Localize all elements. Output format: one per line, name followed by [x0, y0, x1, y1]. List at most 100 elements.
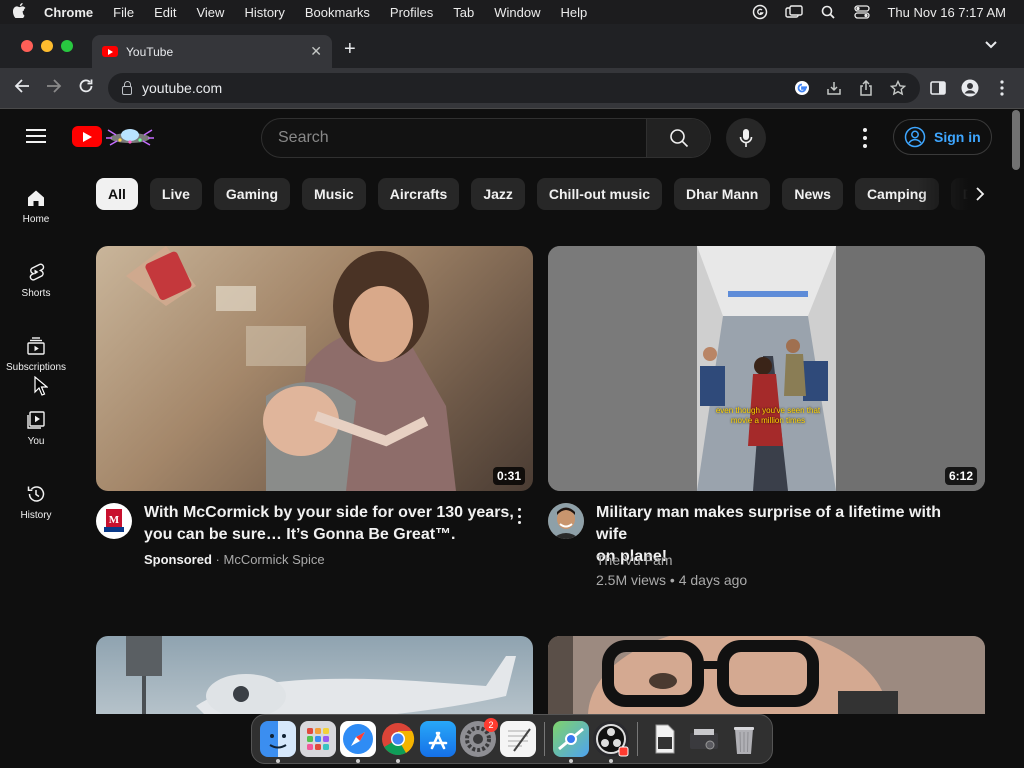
video-title[interactable]: With McCormick by your side for over 130…	[144, 502, 514, 546]
control-center-icon[interactable]	[845, 5, 879, 19]
menu-history[interactable]: History	[234, 5, 294, 20]
close-window-button[interactable]	[21, 40, 33, 52]
dock-separator	[544, 722, 545, 756]
video-title-line-1: With McCormick by your side for over 130…	[144, 504, 514, 521]
sidebar-item-home[interactable]: Home	[0, 188, 72, 225]
forward-button[interactable]	[46, 78, 62, 99]
video-thumbnail[interactable]	[96, 636, 533, 714]
video-thumbnail[interactable]: even though you've seen that movie a mil…	[548, 246, 985, 491]
apple-menu-icon[interactable]	[0, 3, 38, 21]
menu-bookmarks[interactable]: Bookmarks	[295, 5, 380, 20]
chip-gaming[interactable]: Gaming	[213, 178, 291, 210]
channel-name[interactable]: McCormick Spice	[223, 552, 324, 567]
profile-icon[interactable]	[961, 79, 979, 97]
chrome-menu-icon[interactable]	[993, 79, 1011, 97]
menu-help[interactable]: Help	[551, 5, 598, 20]
hamburger-menu-icon[interactable]	[26, 129, 46, 147]
channel-avatar[interactable]: M	[96, 503, 132, 539]
browser-toolbar: youtube.com	[0, 68, 1024, 109]
dock-separator	[637, 722, 638, 756]
lock-icon[interactable]	[122, 80, 132, 95]
youtube-logo-icon[interactable]	[72, 126, 102, 147]
thumbnail-image	[126, 246, 456, 491]
menu-profiles[interactable]: Profiles	[380, 5, 443, 20]
search-box[interactable]: Search	[261, 118, 711, 158]
chips-next-button[interactable]	[966, 180, 994, 208]
search-icon	[669, 129, 688, 148]
preview-icon[interactable]	[646, 721, 682, 757]
macos-dock: 2	[251, 714, 773, 764]
menu-edit[interactable]: Edit	[144, 5, 186, 20]
channel-name[interactable]: The Vu Fam	[596, 550, 747, 570]
grammarly-icon[interactable]	[743, 4, 777, 20]
macos-menu-bar: Chrome File Edit View History Bookmarks …	[0, 0, 1024, 24]
address-url[interactable]: youtube.com	[142, 80, 222, 96]
settings-menu-icon[interactable]	[856, 128, 874, 148]
tab-search-chevron-icon[interactable]	[985, 38, 997, 52]
launchpad-icon[interactable]	[300, 721, 336, 757]
video-stats: 2.5M views • 4 days ago	[596, 572, 748, 588]
share-icon[interactable]	[857, 79, 875, 97]
tab-youtube[interactable]: YouTube ✕	[92, 35, 332, 68]
account-icon	[904, 126, 926, 148]
safari-icon[interactable]	[340, 721, 376, 763]
side-panel-icon[interactable]	[929, 79, 947, 97]
back-button[interactable]	[14, 78, 30, 99]
video-options-icon[interactable]	[515, 508, 523, 524]
bookmark-star-icon[interactable]	[889, 79, 907, 97]
maps-icon[interactable]	[553, 721, 589, 763]
trash-icon[interactable]	[726, 721, 762, 757]
video-thumbnail[interactable]: 0:31	[96, 246, 533, 491]
chip-chill-out-music[interactable]: Chill-out music	[536, 178, 663, 210]
chip-jazz[interactable]: Jazz	[471, 178, 525, 210]
sign-in-button[interactable]: Sign in	[893, 119, 992, 155]
minimize-window-button[interactable]	[41, 40, 53, 52]
google-lens-icon[interactable]	[793, 79, 811, 97]
sidebar-item-you[interactable]: You	[0, 410, 72, 447]
reload-button[interactable]	[78, 78, 94, 99]
sidebar-item-history[interactable]: History	[0, 484, 72, 521]
sidebar-label-history: History	[20, 510, 52, 521]
files-icon[interactable]	[686, 721, 722, 757]
sidebar-item-subscriptions[interactable]: Subscriptions	[0, 336, 72, 373]
menu-file[interactable]: File	[103, 5, 144, 20]
channel-avatar[interactable]	[548, 503, 584, 539]
chip-all[interactable]: All	[96, 178, 138, 210]
chrome-icon[interactable]	[380, 721, 416, 763]
app-store-icon[interactable]	[420, 721, 456, 757]
zoom-window-button[interactable]	[61, 40, 73, 52]
search-icon[interactable]	[811, 5, 845, 19]
menu-app-name[interactable]: Chrome	[38, 5, 103, 20]
menu-view[interactable]: View	[186, 5, 234, 20]
chip-news[interactable]: News	[782, 178, 843, 210]
sidebar-item-shorts[interactable]: Shorts	[0, 262, 72, 299]
sidebar-label-you: You	[27, 436, 45, 447]
new-tab-button[interactable]: +	[344, 38, 356, 61]
video-title-line-2: you can be sure… It’s Gonna Be Great™.	[144, 526, 456, 543]
youtube-doodle-icon[interactable]	[104, 124, 156, 148]
video-meta: The Vu Fam 2.5M views • 4 days ago	[596, 550, 747, 590]
obs-icon[interactable]	[593, 721, 629, 763]
page-scrollbar[interactable]	[1012, 110, 1020, 170]
system-settings-icon[interactable]: 2	[460, 718, 498, 757]
menu-window[interactable]: Window	[484, 5, 550, 20]
chip-dhar-mann[interactable]: Dhar Mann	[674, 178, 771, 210]
textedit-icon[interactable]	[500, 721, 536, 757]
youtube-page: Search Sign in Home Shorts Subscriptions…	[0, 110, 1024, 714]
search-input[interactable]: Search	[262, 119, 646, 157]
search-button[interactable]	[646, 119, 710, 157]
finder-icon[interactable]	[260, 721, 296, 763]
menu-clock[interactable]: Thu Nov 16 7:17 AM	[879, 5, 1024, 20]
video-thumbnail[interactable]	[548, 636, 985, 714]
display-icon[interactable]	[777, 5, 811, 19]
install-app-icon[interactable]	[825, 79, 843, 97]
voice-search-button[interactable]	[726, 118, 766, 158]
chip-live[interactable]: Live	[149, 178, 202, 210]
chip-music[interactable]: Music	[302, 178, 366, 210]
close-tab-icon[interactable]: ✕	[310, 43, 322, 60]
chip-bar-fade	[918, 178, 968, 210]
sidebar-label-shorts: Shorts	[21, 288, 51, 299]
youtube-favicon-icon	[102, 46, 118, 57]
menu-tab[interactable]: Tab	[443, 5, 484, 20]
chip-aircrafts[interactable]: Aircrafts	[377, 178, 460, 210]
